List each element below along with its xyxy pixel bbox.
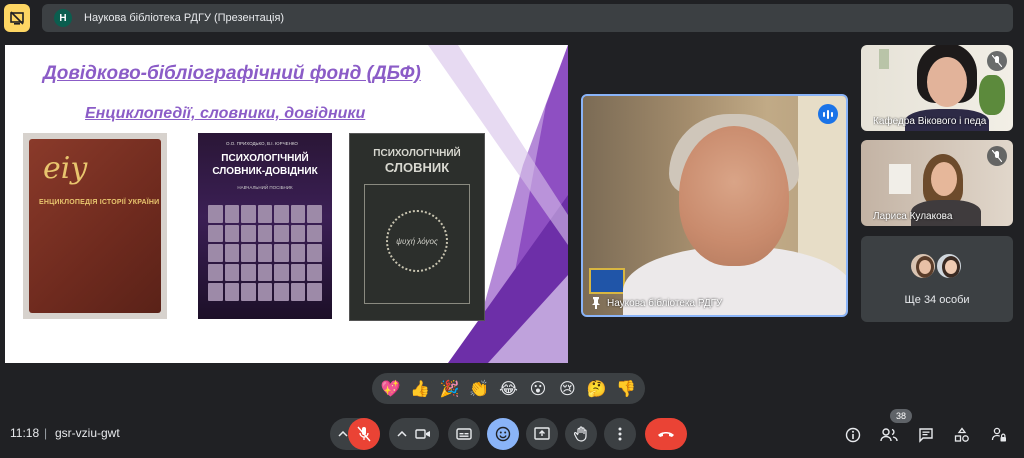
reaction-heart[interactable]: 💖 — [378, 376, 404, 402]
participant-tile[interactable]: Кафедра Вікового і педа — [861, 45, 1013, 131]
chat-button[interactable] — [915, 424, 937, 446]
reaction-party[interactable]: 🎉 — [437, 376, 463, 402]
reaction-sad[interactable]: 😢 — [554, 376, 580, 402]
separator: | — [44, 426, 48, 440]
pin-icon[interactable] — [591, 297, 601, 309]
info-icon — [845, 427, 861, 443]
book-logo: eiy — [43, 151, 88, 186]
present-off-icon — [10, 11, 24, 25]
mic-toggle-button[interactable] — [348, 418, 380, 450]
book-psych-dictionary: ПСИХОЛОГІЧНИЙ СЛОВНИК ψυχή λόγος — [349, 133, 485, 321]
chevron-up-icon — [397, 431, 407, 437]
portrait-grid — [208, 205, 322, 301]
reaction-surprised[interactable]: 😮 — [525, 376, 551, 402]
participant-count-badge: 38 — [890, 409, 912, 423]
captions-icon — [456, 428, 472, 440]
participant-tile[interactable]: Лариса Кулакова — [861, 140, 1013, 226]
people-button[interactable] — [878, 424, 900, 446]
hand-icon — [574, 426, 587, 442]
book-emblem: ψυχή λόγος — [386, 210, 448, 272]
book-psych-handbook: О.О. ПРИХОДЬКО, В.І. ЮРЧЕНКО ПСИХОЛОГІЧН… — [198, 133, 332, 319]
activities-button[interactable] — [951, 424, 973, 446]
emoji-button[interactable] — [487, 418, 519, 450]
reaction-thinking[interactable]: 🤔 — [584, 376, 610, 402]
camera-icon — [415, 429, 430, 439]
present-screen-button[interactable] — [526, 418, 558, 450]
more-options-button[interactable] — [604, 418, 636, 450]
call-end-icon — [658, 432, 674, 437]
reaction-laugh[interactable]: 😂 — [495, 376, 521, 402]
book-authors: О.О. ПРИХОДЬКО, В.І. ЮРЧЕНКО — [226, 141, 298, 146]
reaction-thumbs-down[interactable]: 👎 — [613, 376, 639, 402]
participant-avatar — [935, 252, 963, 280]
chevron-up-icon — [338, 431, 348, 437]
chat-icon — [919, 428, 933, 443]
main-participant-label: Наукова бібліотека РДГУ — [591, 297, 722, 309]
raise-hand-button[interactable] — [565, 418, 597, 450]
presentation-warning-button[interactable] — [4, 4, 30, 32]
presenter-chip[interactable]: Н Наукова бібліотека РДГУ (Презентація) — [42, 4, 1013, 32]
slide-subtitle: Енциклопедії, словники, довідники — [85, 105, 366, 122]
speaking-indicator-icon — [818, 104, 838, 124]
book-title-line1: ПСИХОЛОГІЧНИЙ — [221, 153, 309, 164]
slide-title: Довідково-бібліографічний фонд (ДБФ) — [43, 63, 421, 84]
book-title-line2: СЛОВНИК — [384, 160, 450, 175]
participant-name: Лариса Кулакова — [873, 211, 953, 222]
book-title-line1: ПСИХОЛОГІЧНИЙ — [373, 148, 461, 159]
host-controls-button[interactable] — [988, 424, 1010, 446]
more-participants-label: Ще 34 особи — [904, 294, 970, 306]
book-note: НАВЧАЛЬНИЙ ПОСІБНИК — [237, 185, 293, 190]
people-icon — [880, 428, 898, 442]
lock-person-icon — [991, 427, 1006, 442]
wall-sign — [589, 268, 625, 294]
smiley-icon — [495, 426, 511, 442]
activities-icon — [954, 427, 969, 442]
participant-avatar — [909, 252, 937, 280]
present-screen-icon — [534, 427, 550, 440]
reactions-bar: 💖 👍 🎉 👏 😂 😮 😢 🤔 👎 — [372, 373, 645, 404]
book-title-line2: СЛОВНИК-ДОВІДНИК — [212, 166, 318, 177]
more-vert-icon — [618, 427, 622, 441]
main-participant-tile[interactable]: Наукова бібліотека РДГУ — [581, 94, 848, 317]
mic-off-icon — [987, 51, 1007, 71]
book-encyclopedia: eiy ЕНЦИКЛОПЕДІЯ ІСТОРІЇ УКРАЇНИ — [23, 133, 167, 319]
more-participants-tile[interactable]: Ще 34 особи — [861, 236, 1013, 322]
main-participant-name: Наукова бібліотека РДГУ — [607, 297, 723, 309]
meet-window: Н Наукова бібліотека РДГУ (Презентація) … — [0, 0, 1024, 458]
clock: 11:18 — [10, 426, 40, 440]
participant-name: Кафедра Вікового і педа — [873, 116, 987, 127]
captions-button[interactable] — [448, 418, 480, 450]
presenter-label: Наукова бібліотека РДГУ (Презентація) — [84, 12, 285, 24]
mic-off-icon — [987, 146, 1007, 166]
presenter-avatar: Н — [54, 9, 72, 27]
book-title: ЕНЦИКЛОПЕДІЯ ІСТОРІЇ УКРАЇНИ — [39, 199, 160, 206]
meeting-code: gsr-vziu-gwt — [55, 426, 120, 440]
reaction-clap[interactable]: 👏 — [466, 376, 492, 402]
mic-off-icon — [357, 426, 371, 442]
hang-up-button[interactable] — [645, 418, 687, 450]
meeting-details-button[interactable] — [842, 424, 864, 446]
reaction-thumbs-up[interactable]: 👍 — [407, 376, 433, 402]
presentation-slide: Довідково-бібліографічний фонд (ДБФ) Енц… — [5, 45, 568, 363]
camera-toggle-button[interactable] — [407, 418, 439, 450]
